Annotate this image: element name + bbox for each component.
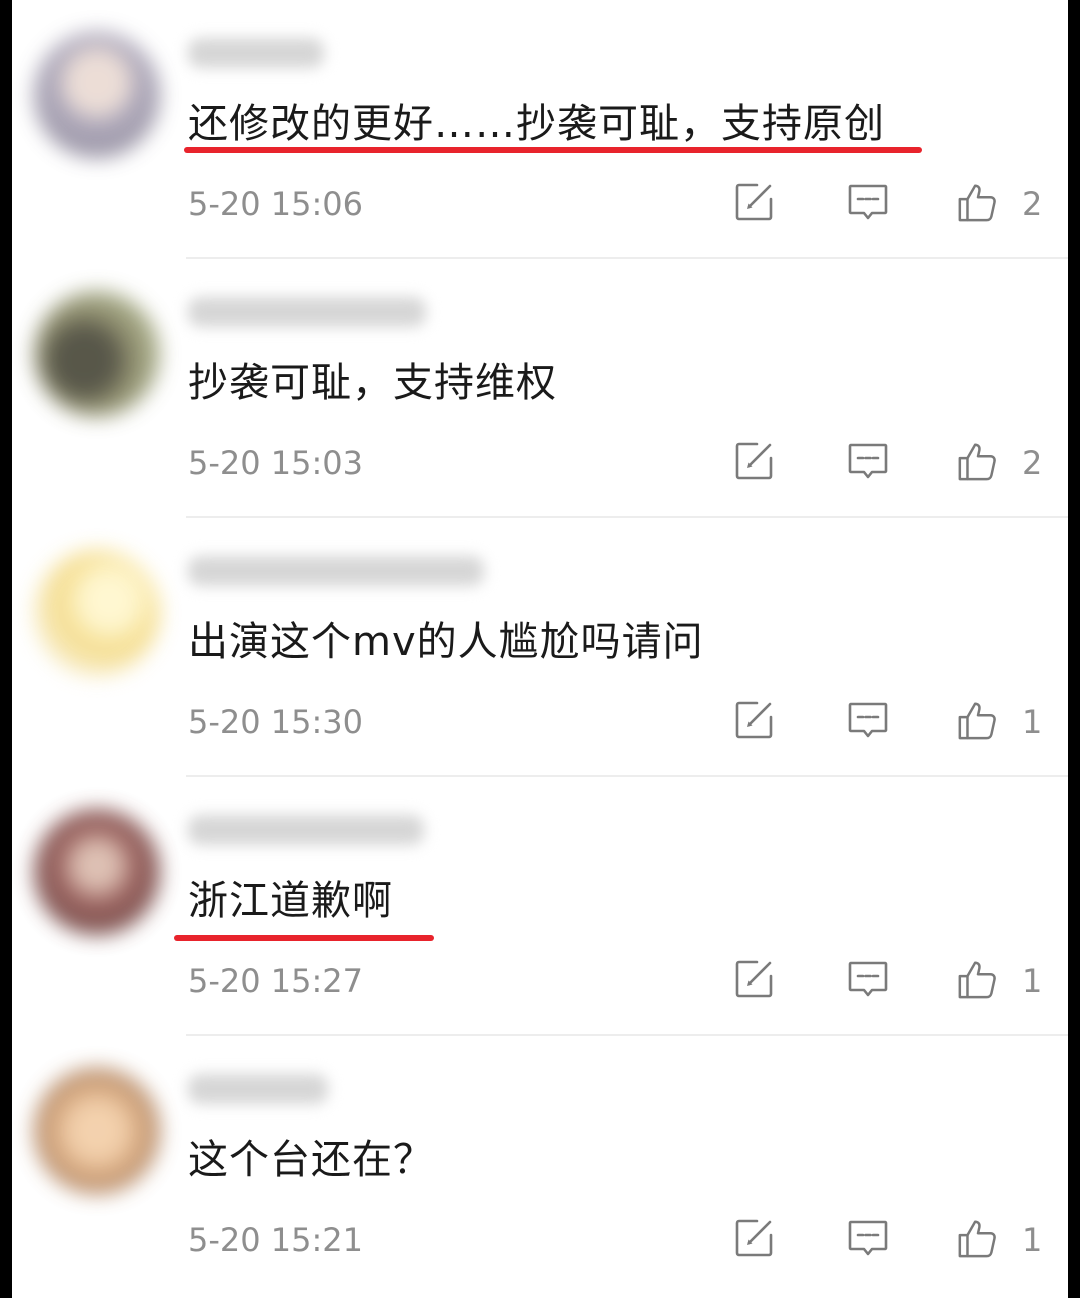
comment-item: ██████ 这个台还在？ 5-20 15:21 1 (12, 1036, 1068, 1295)
username[interactable]: ████ ███ (188, 38, 324, 68)
comment-item: ██████ ███ ███ 抄袭可耻，支持维权 5-20 15:03 2 (12, 259, 1068, 518)
avatar[interactable] (34, 1068, 160, 1194)
left-frame-border (0, 0, 12, 1298)
avatar[interactable] (34, 291, 160, 417)
like-count: 2 (1022, 185, 1043, 223)
reply-button[interactable] (846, 957, 890, 1001)
edit-button[interactable] (732, 957, 776, 1001)
edit-button[interactable] (732, 180, 776, 224)
timestamp: 5-20 15:06 (188, 185, 364, 223)
reply-button[interactable] (846, 439, 890, 483)
thumbs-up-icon (958, 702, 996, 740)
comment-text: 抄袭可耻，支持维权 (188, 360, 557, 406)
timestamp: 5-20 15:27 (188, 962, 364, 1000)
reply-button[interactable] (846, 180, 890, 224)
thumbs-up-icon (958, 443, 996, 481)
reply-button[interactable] (846, 1216, 890, 1260)
comment-icon (848, 443, 888, 479)
username[interactable]: ██████ (188, 1074, 328, 1104)
username[interactable]: ████████████ (188, 815, 424, 845)
edit-icon (735, 1219, 773, 1257)
like-count: 1 (1022, 1221, 1043, 1259)
avatar[interactable] (34, 550, 160, 676)
edit-button[interactable] (732, 439, 776, 483)
edit-button[interactable] (732, 1216, 776, 1260)
like-button[interactable] (956, 180, 1000, 224)
timestamp: 5-20 15:21 (188, 1221, 364, 1259)
reply-button[interactable] (846, 698, 890, 742)
like-count: 2 (1022, 444, 1043, 482)
thumbs-up-icon (958, 961, 996, 999)
edit-button[interactable] (732, 698, 776, 742)
comment-text: 还修改的更好……抄袭可耻，支持原创 (188, 101, 885, 147)
edit-icon (735, 183, 773, 221)
avatar[interactable] (34, 32, 160, 158)
comment-text: 出演这个mv的人尴尬吗请问 (188, 619, 704, 665)
like-button[interactable] (956, 957, 1000, 1001)
edit-icon (735, 442, 773, 480)
comment-list: ████ ███ 还修改的更好……抄袭可耻，支持原创 5-20 15:06 2 … (12, 0, 1068, 1298)
comment-icon (848, 961, 888, 997)
avatar[interactable] (34, 809, 160, 935)
like-count: 1 (1022, 962, 1043, 1000)
username[interactable]: ██████ ███ ███ (188, 297, 426, 327)
comment-item: ████ ███ 还修改的更好……抄袭可耻，支持原创 5-20 15:06 2 (12, 0, 1068, 259)
comment-text: 这个台还在？ (188, 1137, 434, 1183)
red-underline-annotation (174, 935, 434, 941)
like-button[interactable] (956, 698, 1000, 742)
like-button[interactable] (956, 1216, 1000, 1260)
red-underline-annotation (184, 147, 922, 153)
edit-icon (735, 701, 773, 739)
edit-icon (735, 960, 773, 998)
comment-icon (848, 184, 888, 220)
thumbs-up-icon (958, 184, 996, 222)
comment-icon (848, 1220, 888, 1256)
timestamp: 5-20 15:03 (188, 444, 364, 482)
like-button[interactable] (956, 439, 1000, 483)
thumbs-up-icon (958, 1220, 996, 1258)
comment-item: ██████████████ 出演这个mv的人尴尬吗请问 5-20 15:30 … (12, 518, 1068, 777)
comment-item: ████████████ 浙江道歉啊 5-20 15:27 1 (12, 777, 1068, 1036)
comment-icon (848, 702, 888, 738)
comment-text: 浙江道歉啊 (188, 878, 393, 924)
username[interactable]: ██████████████ (188, 556, 484, 586)
like-count: 1 (1022, 703, 1043, 741)
right-frame-border (1068, 0, 1080, 1298)
timestamp: 5-20 15:30 (188, 703, 364, 741)
